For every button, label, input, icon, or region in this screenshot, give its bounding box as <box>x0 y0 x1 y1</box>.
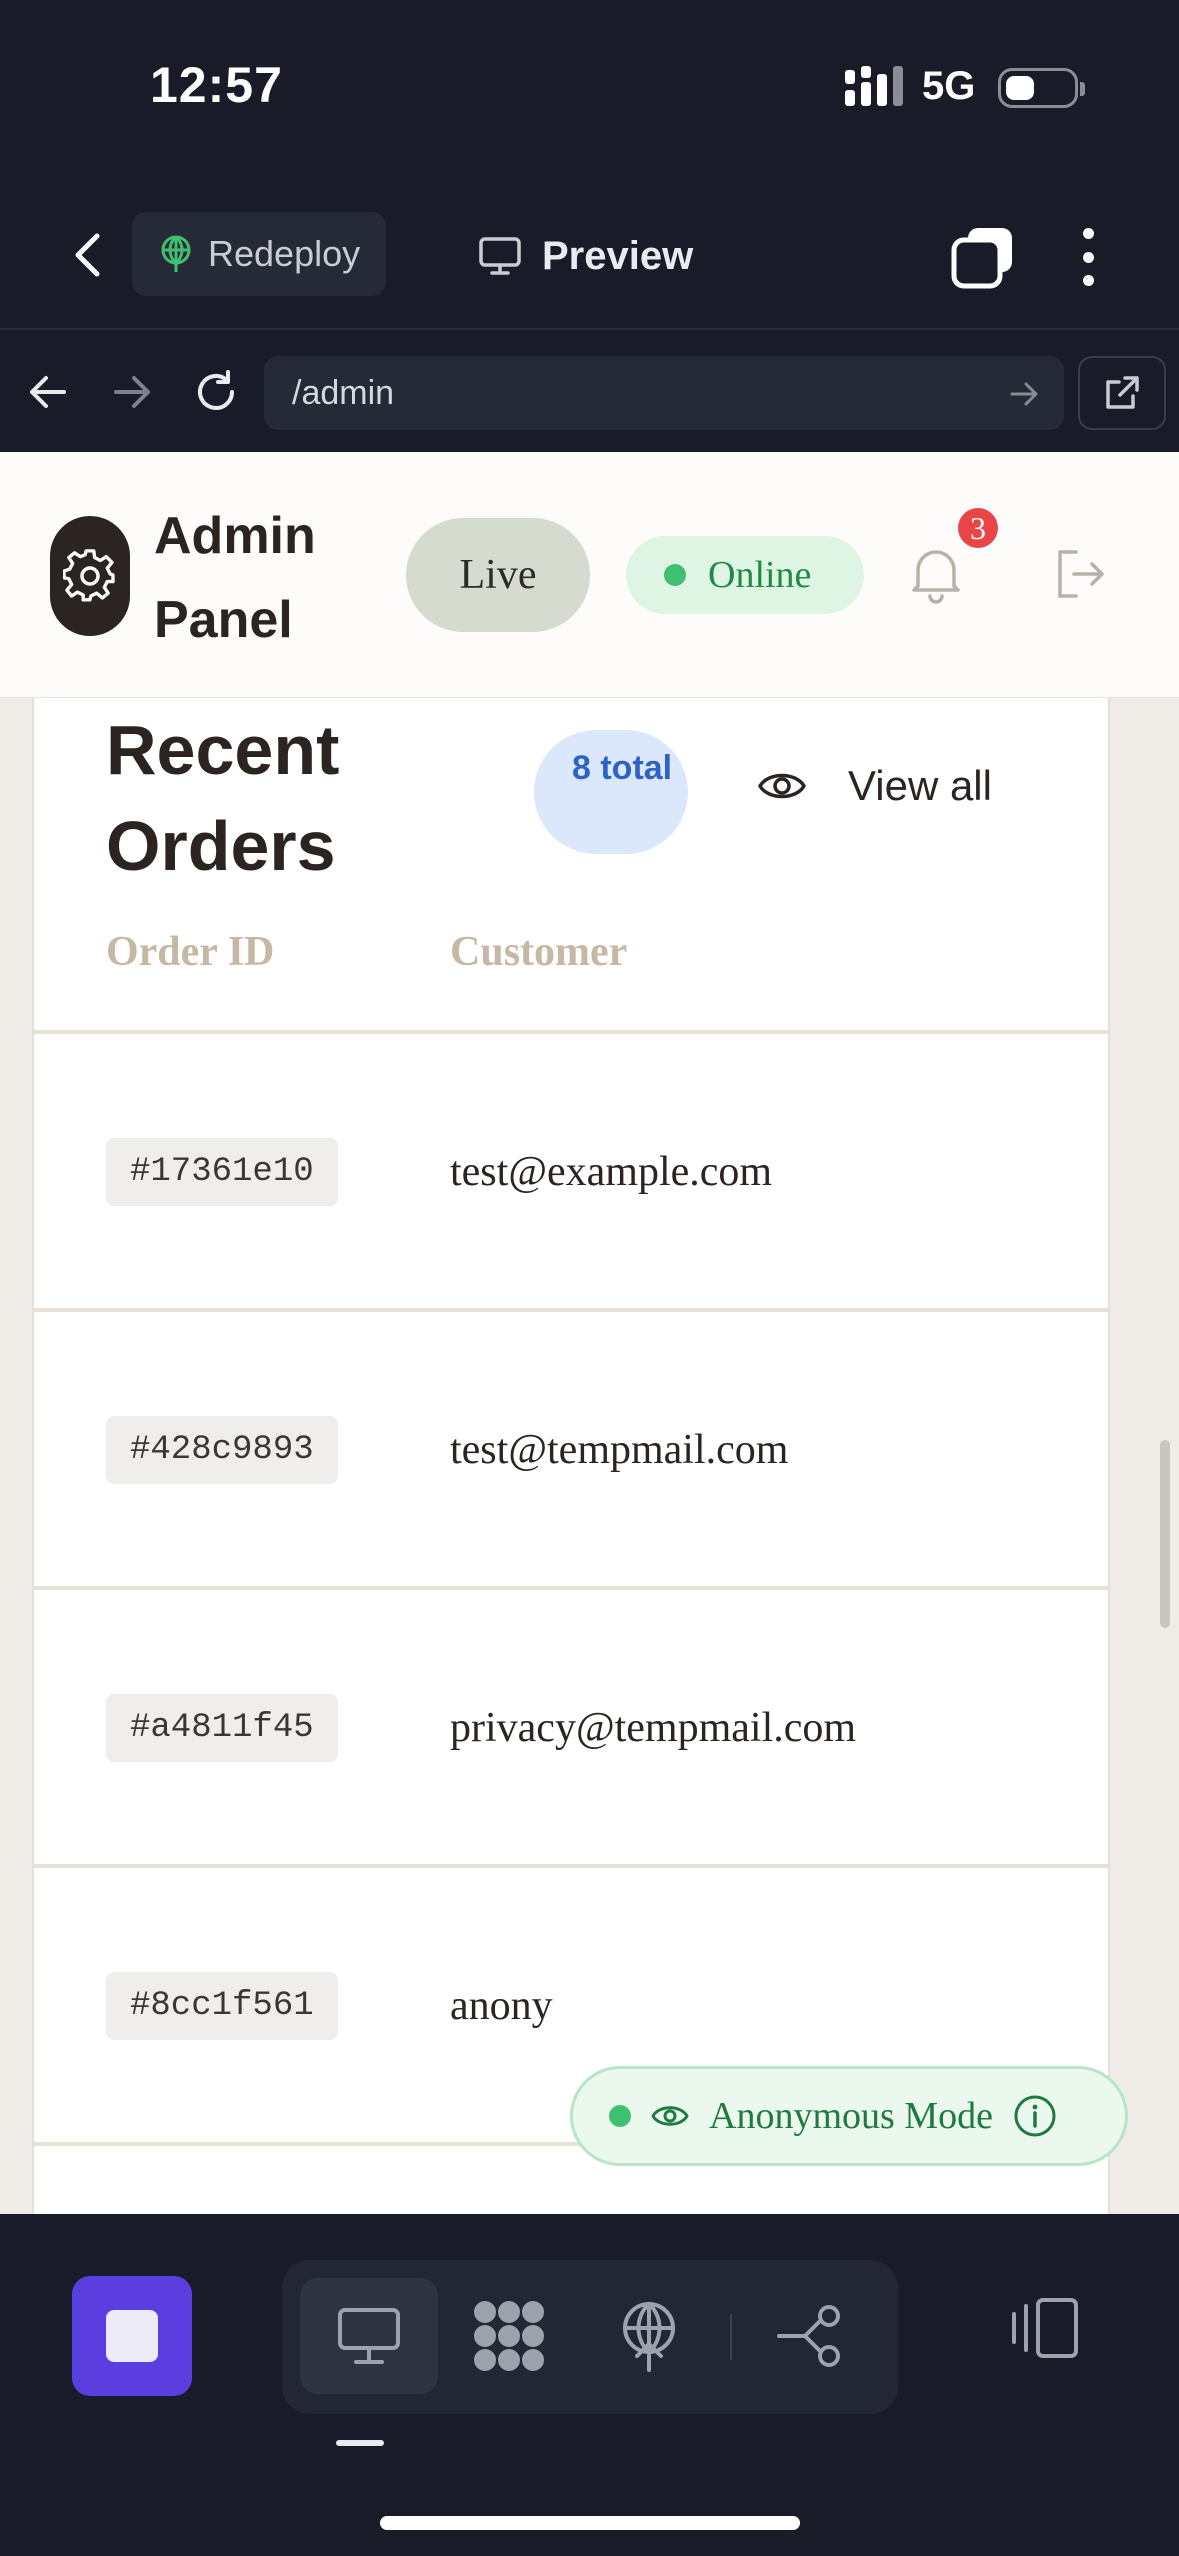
signal-icon <box>845 66 903 106</box>
brand-title: Admin Panel <box>154 507 316 649</box>
external-link-icon <box>1106 376 1139 409</box>
monitor-icon <box>479 237 521 275</box>
table-row[interactable]: #a4811f45 privacy@tempmail.com <box>34 1590 1108 1868</box>
webpage: Admin Panel Live Online 3 Recent Orders … <box>0 452 1179 2214</box>
order-id: #428c9893 <box>106 1416 338 1484</box>
app-toolbar: Redeploy Preview <box>0 180 1179 330</box>
preview-tool-button[interactable] <box>300 2278 438 2394</box>
view-all-label: View all <box>848 762 992 809</box>
tool-divider <box>730 2314 732 2360</box>
column-header-customer[interactable]: Customer <box>450 928 627 976</box>
url-text: /admin <box>292 374 395 412</box>
table-row[interactable]: #428c9893 test@tempmail.com <box>34 1312 1108 1590</box>
browser-forward-button[interactable] <box>102 362 162 422</box>
grid-blob-icon <box>474 2301 544 2371</box>
notification-count-badge: 3 <box>958 508 998 548</box>
status-dot <box>664 564 686 586</box>
stop-button[interactable] <box>72 2276 192 2396</box>
status-time: 12:57 <box>150 57 283 113</box>
workspace-tool-button[interactable] <box>440 2278 578 2394</box>
info-icon[interactable] <box>1013 2094 1057 2138</box>
redeploy-label: Redeploy <box>208 233 361 274</box>
scrollbar[interactable] <box>1160 1440 1170 1628</box>
network-type: 5G <box>922 64 976 108</box>
chevron-left-icon <box>75 233 100 277</box>
go-arrow-icon[interactable] <box>1004 374 1044 414</box>
preview-label: Preview <box>542 233 694 278</box>
arrow-right-icon <box>114 376 150 408</box>
battery-icon <box>998 68 1085 108</box>
live-toggle[interactable]: Live <box>406 518 590 632</box>
order-id: #a4811f45 <box>106 1694 338 1762</box>
more-options-icon[interactable] <box>1068 224 1108 290</box>
tabs-icon[interactable] <box>950 224 1016 290</box>
arrow-left-icon <box>30 376 66 408</box>
reload-button[interactable] <box>186 362 246 422</box>
logout-icon[interactable] <box>1054 546 1110 602</box>
split-view-icon[interactable] <box>1010 2292 1082 2364</box>
deploy-icon <box>161 235 191 272</box>
status-bar: 12:57 5G <box>0 0 1179 180</box>
open-external-button[interactable] <box>1078 356 1166 430</box>
online-status-badge: Online <box>626 536 864 614</box>
customer-email: anony <box>450 1983 553 2029</box>
orders-title: Recent Orders <box>106 711 340 885</box>
git-tool-button[interactable] <box>742 2278 880 2394</box>
reload-icon <box>198 370 234 410</box>
active-tool-indicator <box>336 2440 384 2446</box>
bottom-dock <box>0 2214 1179 2556</box>
gear-icon <box>63 549 115 602</box>
admin-header: Admin Panel Live Online 3 <box>0 452 1179 698</box>
customer-email: test@tempmail.com <box>450 1427 789 1473</box>
total-count-badge: 8 total <box>534 730 688 854</box>
deploy-tool-button[interactable] <box>580 2278 718 2394</box>
bell-icon[interactable] <box>908 544 964 604</box>
git-branch-icon <box>777 2305 840 2367</box>
tool-group <box>282 2260 898 2414</box>
order-id: #8cc1f561 <box>106 1972 338 2040</box>
back-button[interactable] <box>62 230 112 280</box>
redeploy-button[interactable]: Redeploy <box>132 212 386 296</box>
deploy-icon <box>623 2302 675 2372</box>
browser-bar: /admin <box>0 332 1179 452</box>
recent-orders-card: Recent Orders 8 total View all Order ID … <box>32 652 1110 2214</box>
column-header-order-id[interactable]: Order ID <box>106 928 274 976</box>
table-row[interactable]: #17361e10 test@example.com <box>34 1034 1108 1312</box>
preview-button[interactable]: Preview <box>478 216 693 296</box>
browser-back-button[interactable] <box>18 362 78 422</box>
status-dot <box>609 2105 631 2127</box>
customer-email: test@example.com <box>450 1149 773 1195</box>
anonymous-mode-label: Anonymous Mode <box>709 2095 993 2137</box>
customer-email: privacy@tempmail.com <box>450 1705 857 1751</box>
stop-icon <box>106 2310 158 2362</box>
eye-icon <box>758 773 806 799</box>
view-all-link[interactable]: View all <box>758 762 992 810</box>
online-label: Online <box>708 554 812 596</box>
url-input[interactable]: /admin <box>264 356 1064 430</box>
monitor-icon <box>338 2308 400 2364</box>
order-id: #17361e10 <box>106 1138 338 1206</box>
anonymous-mode-badge[interactable]: Anonymous Mode <box>570 2066 1128 2166</box>
eye-icon <box>651 2106 689 2126</box>
logo <box>50 516 130 636</box>
home-indicator <box>380 2516 800 2530</box>
